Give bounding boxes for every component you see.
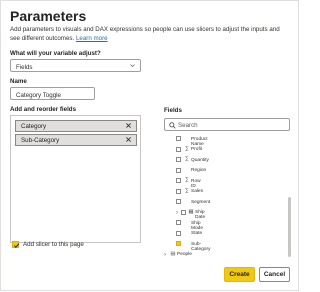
field-checkbox[interactable] [176, 188, 181, 194]
field-row-label: People [177, 252, 192, 257]
field-row-label: Region [191, 168, 207, 173]
create-button[interactable]: Create [224, 267, 255, 282]
sigma-icon: ∑ [185, 156, 189, 162]
add-slicer-checkbox[interactable] [12, 241, 20, 249]
calendar-icon: ▦ [188, 208, 194, 215]
field-checkbox[interactable] [176, 241, 181, 246]
field-row-label: Sales [191, 189, 203, 194]
name-label: Name [10, 78, 27, 85]
search-icon [169, 122, 176, 129]
fields-scrollbar[interactable] [288, 197, 291, 257]
dialog-description: Add parameters to visuals and DAX expres… [10, 26, 290, 43]
cancel-button[interactable]: Cancel [259, 267, 290, 282]
field-row-label: Row ID [191, 178, 201, 189]
field-row-label: State [191, 231, 203, 236]
description-text: Add parameters to visuals and DAX expres… [10, 26, 280, 42]
close-icon[interactable] [125, 136, 132, 143]
name-input-value: Category Toggle [16, 92, 61, 99]
parameters-dialog: Parameters Add parameters to visuals and… [0, 0, 299, 291]
field-checkbox[interactable] [176, 157, 181, 162]
fields-search-input[interactable]: Search [164, 118, 290, 131]
field-pill-label: Sub-Category [21, 137, 60, 144]
table-icon: ▤ [170, 250, 176, 257]
field-row-label: Ship Date [195, 210, 206, 220]
field-pill-label: Category [21, 123, 47, 130]
field-row-label: Segment [191, 199, 211, 205]
field-pill-sub-category[interactable]: Sub-Category [15, 134, 137, 146]
field-checkbox[interactable] [176, 230, 181, 236]
search-placeholder: Search [178, 122, 198, 129]
fields-tree: Product Name ∑ Profit ∑ Quantity Region ∑ Row I… [164, 135, 290, 259]
field-checkbox[interactable] [176, 199, 181, 204]
add-slicer-label: Add slicer to this page [23, 241, 84, 248]
field-row-label: Product Name [191, 136, 208, 147]
field-row-label: Quantity [191, 157, 209, 163]
sigma-icon: ∑ [185, 145, 189, 152]
variable-label: What will your variable adjust? [10, 50, 101, 57]
field-checkbox[interactable] [176, 178, 181, 183]
field-row-label: Profit [191, 147, 203, 152]
field-row-label: Sub-Category [191, 241, 211, 252]
name-input[interactable]: Category Toggle [10, 87, 95, 100]
field-checkbox[interactable] [181, 209, 186, 215]
field-checkbox[interactable] [176, 167, 181, 173]
learn-more-link[interactable]: Learn more [76, 35, 108, 42]
chevron-down-icon [130, 64, 135, 67]
field-pill-category[interactable]: Category [15, 120, 137, 132]
chevron-right-icon[interactable]: › [176, 210, 178, 216]
field-checkbox[interactable] [176, 146, 181, 152]
close-icon[interactable] [125, 122, 132, 129]
reorder-label: Add and reorder fields [10, 106, 77, 113]
field-checkbox[interactable] [176, 136, 181, 141]
dialog-title: Parameters [10, 8, 87, 24]
variable-select-value: Fields [16, 64, 33, 71]
reorder-fields-list[interactable]: Category Sub-Category [10, 115, 141, 243]
sigma-icon: ∑ [185, 177, 189, 183]
fields-label: Fields [164, 107, 182, 114]
field-checkbox[interactable] [176, 220, 181, 225]
sigma-icon: ∑ [185, 187, 189, 194]
variable-select[interactable]: Fields [10, 59, 141, 72]
chevron-right-icon[interactable]: › [164, 252, 166, 258]
checkmark-icon [14, 243, 20, 249]
field-row-label: Ship Mode [191, 220, 203, 231]
